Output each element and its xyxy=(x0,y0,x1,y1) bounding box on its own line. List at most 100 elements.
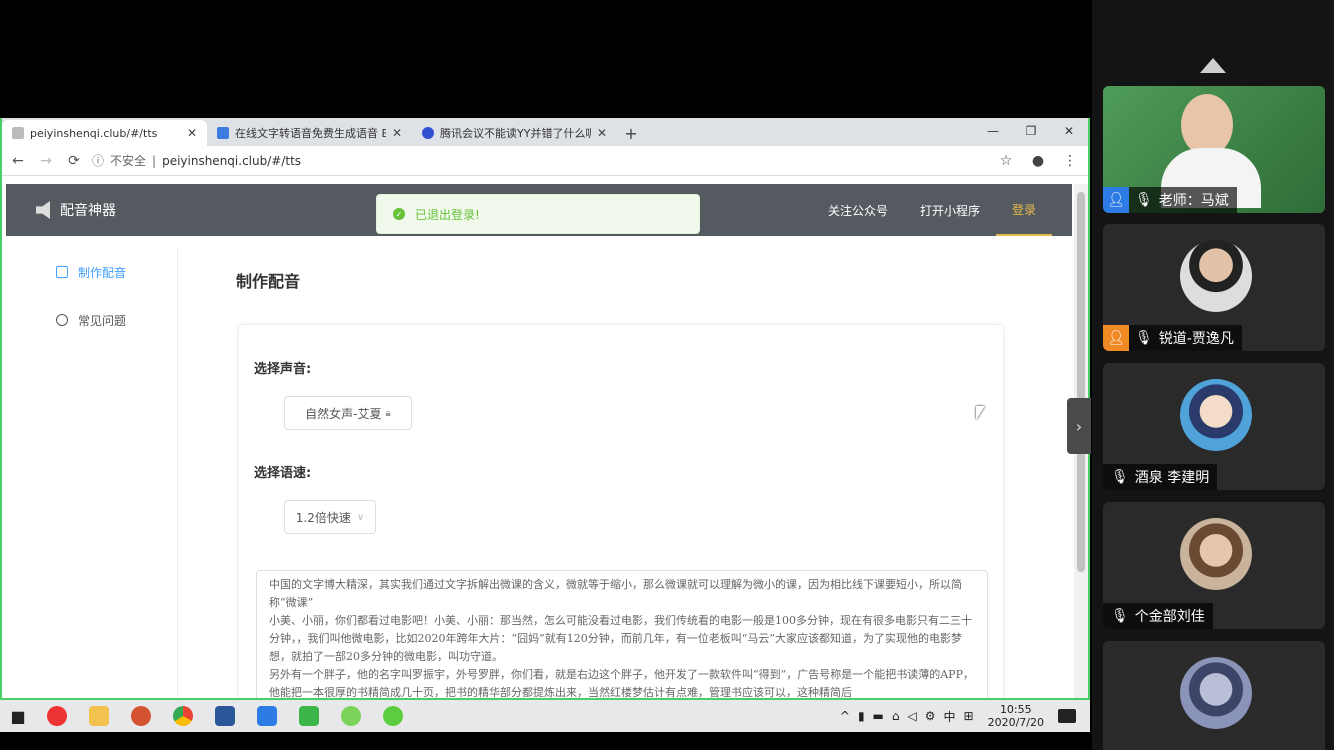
participant-tile[interactable] xyxy=(1103,641,1325,750)
participant-name: 个金部刘佳 xyxy=(1134,609,1205,625)
notification-icon[interactable] xyxy=(1058,709,1076,723)
scroll-up-arrow-icon[interactable] xyxy=(1200,58,1226,73)
window-controls: — ❐ ✕ xyxy=(974,118,1088,144)
taskbar-app-powerpoint-icon[interactable] xyxy=(120,700,162,732)
info-icon[interactable]: ⓘ xyxy=(92,152,104,169)
site-logo[interactable]: 配音神器 xyxy=(36,200,116,220)
browser-window: peiyinshenqi.club/#/tts ✕ 在线文字转语音免费生成语音 … xyxy=(0,118,1090,700)
tab-title: peiyinshenqi.club/#/tts xyxy=(30,126,158,140)
logo-text: 配音神器 xyxy=(60,203,116,219)
participant-name: 锐道-贾逸凡 xyxy=(1158,331,1234,347)
participant-name-tag: 👤︎ 🎙︎ 老师：马斌 xyxy=(1103,187,1237,213)
participant-tile[interactable]: 👤︎ 🎙︎ 锐道-贾逸凡 xyxy=(1103,224,1325,351)
paw-favicon-icon xyxy=(422,127,434,139)
tab-bar: peiyinshenqi.club/#/tts ✕ 在线文字转语音免费生成语音 … xyxy=(2,118,1088,146)
edit-icon xyxy=(56,266,68,278)
voice-select-button[interactable]: 自然女声-艾夏 🔒︎ xyxy=(284,396,412,430)
taskbar-app-netease-icon[interactable] xyxy=(36,700,78,732)
keyboard-layout-icon[interactable]: ⊞ xyxy=(964,709,974,723)
participant-name: 老师：马斌 xyxy=(1158,193,1229,209)
collapse-panel-button[interactable]: › xyxy=(1067,398,1091,454)
mouse-cursor-icon xyxy=(976,406,985,420)
ime-language[interactable]: 中 xyxy=(944,708,956,725)
star-icon[interactable]: ☆ xyxy=(994,153,1018,169)
sidebar-item-make-dub[interactable]: 制作配音 xyxy=(56,248,177,296)
close-tab-icon[interactable]: ✕ xyxy=(187,126,197,140)
taskbar-app-refresh-icon[interactable] xyxy=(372,700,414,732)
close-tab-icon[interactable]: ✕ xyxy=(392,126,402,140)
taskbar-app-wechat-icon[interactable] xyxy=(330,700,372,732)
person-icon: 👤︎ xyxy=(1103,187,1129,213)
tab-tts-online[interactable]: 在线文字转语音免费生成语音 E ✕ xyxy=(207,120,412,146)
system-tray: ^ ▮ ▬ ⌂ ◁ ⚙ 中 ⊞ 10:55 2020/7/20 xyxy=(840,700,1090,732)
taskbar-app-word-icon[interactable] xyxy=(204,700,246,732)
page-title: 制作配音 xyxy=(236,272,301,291)
taskbar-app-chrome-icon[interactable] xyxy=(162,700,204,732)
close-tab-icon[interactable]: ✕ xyxy=(597,126,607,140)
login-link[interactable]: 登录 xyxy=(995,184,1052,236)
text-input-area[interactable]: 中国的文字博大精深，其实我们通过文字拆解出微课的含义，微就等于缩小，那么微课就可… xyxy=(256,570,988,699)
participant-tile[interactable]: 👤︎ 🎙︎ 老师：马斌 xyxy=(1103,86,1325,213)
forward-arrow-icon[interactable]: → xyxy=(36,153,56,169)
speaker-favicon-icon xyxy=(12,127,24,139)
voice-label: 选择声音: xyxy=(254,362,312,377)
microphone-icon[interactable]: ▮ xyxy=(858,709,865,723)
security-label: 不安全 xyxy=(110,154,147,168)
microphone-icon: 🎙︎ xyxy=(1135,192,1153,208)
logout-toast: ✓ 已退出登录! xyxy=(376,194,700,234)
taskbar-app-meeting-icon[interactable] xyxy=(246,700,288,732)
restore-button[interactable]: ❐ xyxy=(1012,118,1050,144)
participant-name-tag: 🎙︎ 酒泉 李建明 xyxy=(1103,464,1218,490)
ime-icon[interactable]: ⚙ xyxy=(925,709,936,723)
avatar xyxy=(1180,379,1252,451)
divider: | xyxy=(152,153,157,168)
new-tab-button[interactable]: + xyxy=(617,120,645,146)
mic-muted-icon: 🎙︎ xyxy=(1135,330,1153,346)
windows-start-icon[interactable]: ■ xyxy=(0,700,36,732)
follow-account-link[interactable]: 关注公众号 xyxy=(812,184,904,236)
sidebar-item-faq[interactable]: 常见问题 xyxy=(56,296,177,344)
clock-date: 2020/7/20 xyxy=(987,716,1044,729)
clock[interactable]: 10:55 2020/7/20 xyxy=(988,703,1044,729)
scrollbar-thumb[interactable] xyxy=(1077,192,1085,572)
windows-taskbar: ■ ^ ▮ ▬ ⌂ ◁ ⚙ 中 ⊞ 10:55 2020/7/20 xyxy=(0,700,1090,732)
menu-kebab-icon[interactable]: ⋮ xyxy=(1058,153,1082,169)
minimize-button[interactable]: — xyxy=(974,118,1012,144)
speed-label: 选择语速: xyxy=(254,466,312,481)
avatar xyxy=(1180,518,1252,590)
mic-muted-icon: 🎙︎ xyxy=(1111,608,1129,624)
battery-icon[interactable]: ▬ xyxy=(873,709,884,723)
participant-tile[interactable]: 🎙︎ 个金部刘佳 xyxy=(1103,502,1325,629)
participant-tile[interactable]: 🎙︎ 酒泉 李建明 xyxy=(1103,363,1325,490)
participant-name-tag: 👤︎ 🎙︎ 锐道-贾逸凡 xyxy=(1103,325,1242,351)
voice-value: 自然女声-艾夏 xyxy=(305,406,382,421)
tab-search[interactable]: 腾讯会议不能读YY并错了什么呢 ✕ xyxy=(412,120,617,146)
back-arrow-icon[interactable]: ← xyxy=(8,153,28,169)
close-window-button[interactable]: ✕ xyxy=(1050,118,1088,144)
network-icon[interactable]: ⌂ xyxy=(892,709,900,723)
address-bar: ← → ⟳ ⓘ 不安全 | peiyinshenqi.club/#/tts ☆ … xyxy=(2,146,1088,176)
face-placeholder xyxy=(1181,94,1233,156)
header-nav: 关注公众号 打开小程序 登录 xyxy=(812,184,1052,236)
sidebar: 制作配音 常见问题 xyxy=(6,248,178,698)
taskbar-app-camtasia-icon[interactable] xyxy=(288,700,330,732)
tab-tts[interactable]: peiyinshenqi.club/#/tts ✕ xyxy=(2,120,207,146)
tab-title: 在线文字转语音免费生成语音 E xyxy=(235,127,386,140)
speed-select[interactable]: 1.2倍快速 ∨ xyxy=(284,500,376,534)
toast-message: 已退出登录! xyxy=(415,207,480,222)
avatar xyxy=(1180,657,1252,729)
reload-icon[interactable]: ⟳ xyxy=(64,153,84,169)
account-icon[interactable]: ● xyxy=(1026,153,1050,169)
speaker-icon xyxy=(36,201,50,219)
volume-icon[interactable]: ◁ xyxy=(908,709,917,723)
screen: peiyinshenqi.club/#/tts ✕ 在线文字转语音免费生成语音 … xyxy=(0,0,1334,750)
omnibox[interactable]: ⓘ 不安全 | peiyinshenqi.club/#/tts xyxy=(92,149,986,173)
sidebar-item-label: 制作配音 xyxy=(78,265,127,280)
clock-time: 10:55 xyxy=(999,703,1032,716)
tray-chevron-icon[interactable]: ^ xyxy=(840,709,850,723)
open-miniprogram-link[interactable]: 打开小程序 xyxy=(904,184,996,236)
person-icon: 👤︎ xyxy=(1103,325,1129,351)
site-header: 配音神器 ✓ 已退出登录! 关注公众号 打开小程序 登录 xyxy=(6,184,1072,236)
taskbar-app-folder-icon[interactable] xyxy=(78,700,120,732)
text-content: 中国的文字博大精深，其实我们通过文字拆解出微课的含义，微就等于缩小，那么微课就可… xyxy=(269,578,974,699)
